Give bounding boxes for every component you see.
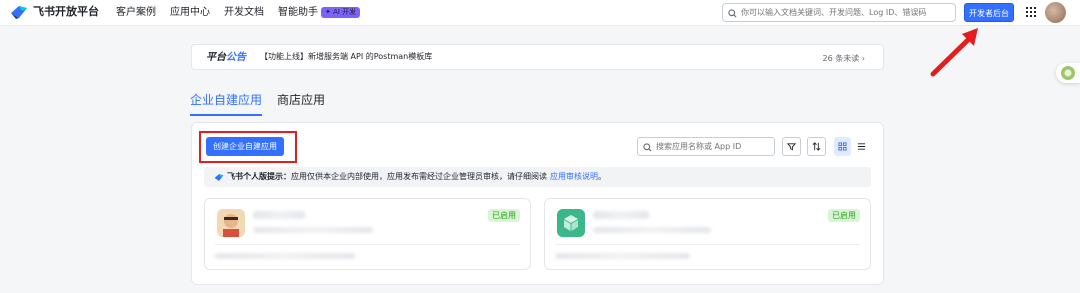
app-card[interactable]: 已启用 [204, 198, 531, 270]
nav-link-dev-docs[interactable]: 开发文档 [224, 6, 264, 20]
ai-dev-badge: ✦ AI 开发 [321, 7, 361, 18]
platform-announcement-bar[interactable]: 平台公告 【功能上线】新增服务端 API 的Postman模板库 26 条未读 … [191, 44, 884, 70]
tip-text: 应用仅供本企业内部使用，应用发布需经过企业管理员审核，请仔细阅读 [291, 172, 547, 181]
apps-grid-icon[interactable] [1026, 7, 1036, 17]
search-icon [643, 137, 652, 156]
tip-title: 飞书个人版提示： [227, 172, 291, 181]
app-description-redacted [253, 227, 373, 233]
app-search-box[interactable] [637, 137, 775, 156]
announcement-tag: 平台公告 [206, 52, 246, 64]
card-divider [215, 244, 520, 245]
developer-console-button[interactable]: 开发者后台 [964, 3, 1014, 22]
list-view-button[interactable] [853, 137, 870, 156]
tip-end: 。 [598, 172, 606, 181]
announcement-tag-notice: 公告 [226, 52, 246, 63]
card-divider [555, 244, 860, 245]
filter-icon [787, 143, 796, 151]
grid-view-button[interactable] [834, 137, 851, 156]
app-type-tabs: 企业自建应用 商店应用 [190, 92, 325, 116]
search-icon [728, 3, 737, 22]
logo[interactable]: 飞书开放平台 [10, 4, 99, 20]
tab-internal-apps[interactable]: 企业自建应用 [190, 92, 263, 116]
smart-assistant-label: 智能助手 [278, 7, 318, 18]
tab-store-apps[interactable]: 商店应用 [277, 92, 325, 116]
app-description-redacted [593, 227, 711, 233]
feishu-logo-icon [10, 4, 28, 20]
announcement-tag-platform: 平台 [206, 52, 226, 63]
app-review-guide-link[interactable]: 应用审核说明 [550, 167, 598, 187]
app-card[interactable]: 已启用 [544, 198, 871, 270]
assistant-icon [1061, 66, 1075, 80]
app-name-redacted [253, 211, 305, 219]
doc-search-box[interactable] [722, 3, 956, 22]
sort-button[interactable] [807, 137, 826, 156]
side-assistant-widget[interactable] [1056, 63, 1080, 83]
filter-button[interactable] [782, 137, 801, 156]
doc-search-input[interactable] [741, 8, 951, 17]
logo-text: 飞书开放平台 [33, 5, 99, 18]
personal-edition-tip: 飞书个人版提示： 应用仅供本企业内部使用，应用发布需经过企业管理员审核，请仔细阅… [204, 167, 871, 187]
nav-links: 客户案例 应用中心 开发文档 智能助手 ✦ AI 开发 [116, 6, 361, 20]
status-badge: 已启用 [828, 209, 860, 222]
app-avatar-icon [217, 209, 245, 237]
status-badge: 已启用 [488, 209, 520, 222]
red-arrow-annotation [930, 28, 978, 77]
app-meta-redacted [555, 253, 690, 259]
app-meta-redacted [215, 253, 355, 259]
view-toggle [834, 137, 870, 156]
feishu-logo-icon [214, 173, 224, 181]
nav-link-app-center[interactable]: 应用中心 [170, 6, 210, 20]
list-view-icon [857, 143, 866, 150]
nav-link-customer-cases[interactable]: 客户案例 [116, 6, 156, 20]
create-internal-app-button[interactable]: 创建企业自建应用 [206, 137, 284, 156]
announcement-text[interactable]: 【功能上线】新增服务端 API 的Postman模板库 [260, 51, 432, 62]
user-avatar[interactable] [1045, 2, 1066, 23]
nav-link-smart-assistant[interactable]: 智能助手 ✦ AI 开发 [278, 6, 361, 20]
sort-icon [812, 142, 821, 151]
app-search-input[interactable] [656, 142, 771, 151]
top-navigation-bar: 飞书开放平台 客户案例 应用中心 开发文档 智能助手✦ AI 开发 开发者后台 [0, 0, 1080, 26]
app-cube-icon [557, 209, 585, 237]
app-list-panel: 创建企业自建应用 飞书个人版提示： 应用仅供本企业内部使用，应用发布需经过企业管… [191, 122, 884, 285]
grid-view-icon [838, 142, 847, 151]
unread-count-link[interactable]: 26 条未读 › [823, 53, 865, 64]
app-name-redacted [593, 211, 649, 219]
